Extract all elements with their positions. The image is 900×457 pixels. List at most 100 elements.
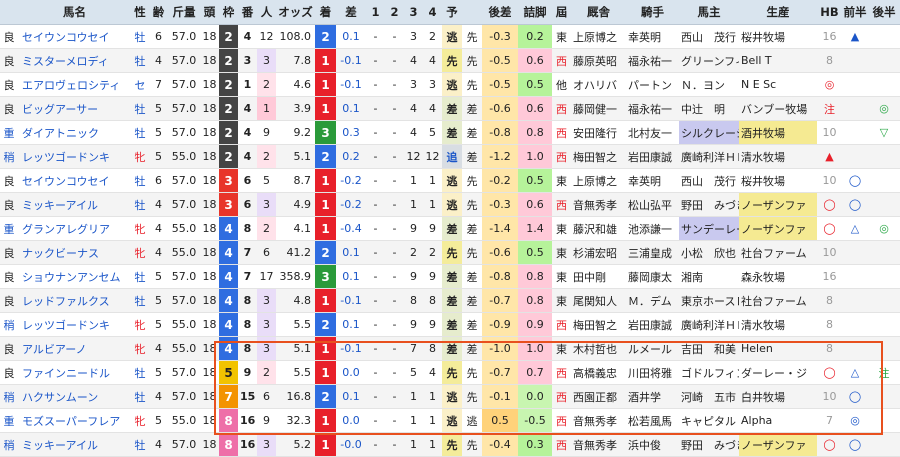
cell-name[interactable]: ファインニードル xyxy=(18,360,131,385)
zoku-col-header[interactable]: 屆 xyxy=(552,0,571,25)
cell-nin: 2 xyxy=(257,72,276,97)
cell-tsume: 0.9 xyxy=(518,312,552,337)
seisan-col-header[interactable]: 生産 xyxy=(739,0,817,25)
cell-kishu: パートン xyxy=(626,72,679,97)
corner2-col-header[interactable]: 2 xyxy=(385,0,404,25)
cell-odds: 358.9 xyxy=(276,264,315,289)
table-row[interactable]: 良セイウンコウセイ牡 6 57.0 18 2 4 12 108.0 2 0.1- -3 2 逃先 -0.3… xyxy=(0,24,900,49)
table-row[interactable]: 良ファインニードル牡 5 57.0 18 5 9 2 5.5 1 0.0- -5 4 先先 -0.7 0.7… xyxy=(0,360,900,385)
cell-tou: 18 xyxy=(200,24,219,49)
cell-name[interactable]: レッツゴードンキ xyxy=(18,312,131,337)
cell-c1: - xyxy=(366,216,385,241)
cell-ban: 6 xyxy=(238,192,257,217)
kosa-col-header[interactable]: 後差 xyxy=(482,0,518,25)
cell-c4: 9 xyxy=(423,312,442,337)
cell-name[interactable]: ダイアトニック xyxy=(18,120,131,145)
cell-name[interactable]: ナックビーナス xyxy=(18,240,131,265)
table-row[interactable]: 稍レッツゴードンキ牝 5 55.0 18 4 8 3 5.5 2 0.1- -9 9 差差 -0.9 0.9… xyxy=(0,312,900,337)
cell-age: 4 xyxy=(149,384,168,409)
cell-ban: 8 xyxy=(238,216,257,241)
cell-zen xyxy=(842,264,868,289)
ashi-col-header[interactable] xyxy=(462,0,482,25)
cell-age: 5 xyxy=(149,360,168,385)
tsume-col-header[interactable]: 詰脚 xyxy=(518,0,552,25)
cell-baba: 良 xyxy=(0,72,18,97)
cell-name[interactable]: ハクサンムーン xyxy=(18,384,131,409)
table-row[interactable]: 良ナックビーナス牝 4 55.0 18 4 7 6 41.2 2 0.1- -2 2 先先 -0.6 0.5… xyxy=(0,240,900,265)
corner1-col-header[interactable]: 1 xyxy=(366,0,385,25)
table-row[interactable]: 良レッドファルクス牡 5 57.0 18 4 8 3 4.8 1 -0.1- -8 8 差差 -0.7 0.… xyxy=(0,288,900,313)
cell-name[interactable]: セイウンコウセイ xyxy=(18,168,131,193)
age-col-header[interactable]: 齢 xyxy=(149,0,168,25)
cell-name[interactable]: ミッキーアイル xyxy=(18,192,131,217)
kinryo-col-header[interactable]: 斤量 xyxy=(168,0,200,25)
cell-baba: 稍 xyxy=(0,432,18,457)
cell-pos: 先 xyxy=(462,192,482,217)
baba-col-header[interactable] xyxy=(0,0,18,25)
table-row[interactable]: 良ショウナンアンセム牡 5 57.0 18 4 7 17 358.9 3 0.1- -9 9 差差 -0.… xyxy=(0,264,900,289)
cell-name[interactable]: ビッグアーサー xyxy=(18,96,131,121)
cell-kyu: 藤沢和雄 xyxy=(571,216,626,241)
horse-name-col-header[interactable]: 馬名 xyxy=(18,0,131,25)
cell-zen xyxy=(842,240,868,265)
table-row[interactable]: 良ミスターメロディ牡 4 57.0 18 2 3 3 7.8 1 -0.1- -4 4 先先 -0.5 0.… xyxy=(0,48,900,73)
chakujun-col-header[interactable]: 着 xyxy=(315,0,336,25)
cell-name[interactable]: ミスターメロディ xyxy=(18,48,131,73)
table-row[interactable]: 良ミッキーアイル牡 4 57.0 18 3 6 3 4.9 1 -0.2- -1 1 逃先 -0.3 0.6… xyxy=(0,192,900,217)
table-row[interactable]: 良セイウンコウセイ牡 6 57.0 18 3 6 5 8.7 1 -0.2- -1 1 逃先 -0.2 0.… xyxy=(0,168,900,193)
corner4-col-header[interactable]: 4 xyxy=(423,0,442,25)
tosu-col-header[interactable]: 頭 xyxy=(200,0,219,25)
cell-name[interactable]: エアロヴェロシティ xyxy=(18,72,131,97)
cell-sa: 0.1 xyxy=(336,312,366,337)
table-row[interactable]: 稍レッツゴードンキ牝 5 55.0 18 2 4 2 5.1 2 0.2- -12 12 追差 -1.2 1… xyxy=(0,144,900,169)
odds-col-header[interactable]: オッズ xyxy=(276,0,315,25)
sa-col-header[interactable]: 差 xyxy=(336,0,366,25)
cell-chaku: 1 xyxy=(315,72,336,97)
cell-yo: 差 xyxy=(442,336,462,361)
cell-age: 5 xyxy=(149,408,168,433)
cell-name[interactable]: アルビアーノ xyxy=(18,336,131,361)
cell-c3: 1 xyxy=(404,168,423,193)
cell-name[interactable]: グランアレグリア xyxy=(18,216,131,241)
cell-sex: 牡 xyxy=(131,192,149,217)
table-row[interactable]: 良ビッグアーサー牡 5 57.0 18 2 4 1 3.9 1 0.1- -4 4 差差 -0.6 0.6 西… xyxy=(0,96,900,121)
corner3-col-header[interactable]: 3 xyxy=(404,0,423,25)
sex-col-header[interactable]: 性 xyxy=(131,0,149,25)
cell-name[interactable]: ミッキーアイル xyxy=(18,432,131,457)
yoso-col-header[interactable]: 予 xyxy=(442,0,462,25)
kishu-col-header[interactable]: 騎手 xyxy=(626,0,679,25)
cell-name[interactable]: レッドファルクス xyxy=(18,288,131,313)
cell-sex: 牝 xyxy=(131,312,149,337)
cell-chaku: 1 xyxy=(315,216,336,241)
cell-kosa: -0.4 xyxy=(482,432,518,457)
ninki-col-header[interactable]: 人 xyxy=(257,0,276,25)
table-row[interactable]: 稍ハクサンムーン牡 4 57.0 18 7 15 6 16.8 2 0.1- -1 1 逃先 -0.1 0.… xyxy=(0,384,900,409)
cell-nin: 3 xyxy=(257,432,276,457)
cell-tsume: 0.0 xyxy=(518,384,552,409)
race-history-table: 馬名性齢斤量頭枠番人オッズ着差 1 2 3 4 予後差 詰脚屆厩舎 騎手 馬主 生産 HB 前半 後半 … xyxy=(0,0,900,457)
table-row[interactable]: 稍ミッキーアイル牡 4 57.0 18 8 16 3 5.2 1 -0.0- -1 1 先先 -0.4 0.… xyxy=(0,432,900,457)
cell-baba: 良 xyxy=(0,264,18,289)
cell-hb: ◯ xyxy=(817,216,842,241)
zenhan-col-header[interactable]: 前半 xyxy=(842,0,868,25)
table-row[interactable]: 重ダイアトニック牡 5 57.0 18 2 4 9 9.2 3 0.3- -4 5 差差 -0.8 0.8 西… xyxy=(0,120,900,145)
cell-name[interactable]: ショウナンアンセム xyxy=(18,264,131,289)
cell-name[interactable]: セイウンコウセイ xyxy=(18,24,131,49)
umaban-col-header[interactable]: 番 xyxy=(238,0,257,25)
table-row[interactable]: 重モズスーパーフレア牝 5 55.0 18 8 16 9 32.3 1 0.0- -1 1 逃逃 0.5-… xyxy=(0,408,900,433)
cell-kishu: 松山弘平 xyxy=(626,192,679,217)
cell-name[interactable]: モズスーパーフレア xyxy=(18,408,131,433)
hb-col-header[interactable]: HB xyxy=(817,0,842,25)
table-row[interactable]: 重グランアレグリア牝 4 55.0 18 4 8 2 4.1 1 -0.4- -9 9 差差 -1.4 1.… xyxy=(0,216,900,241)
table-row[interactable]: 良アルビアーノ牝 4 55.0 18 4 8 3 5.1 1 -0.1- -7 8 差差 -1.0 1.0 東… xyxy=(0,336,900,361)
kohan-col-header[interactable]: 後半 xyxy=(868,0,900,25)
cell-c4: 8 xyxy=(423,336,442,361)
kyusha-col-header[interactable]: 厩舎 xyxy=(571,0,626,25)
table-row[interactable]: 良エアロヴェロシティセ 7 57.0 18 2 1 2 4.6 1 -0.1- -3 3 逃先 -0.5 0… xyxy=(0,72,900,97)
cell-odds: 9.2 xyxy=(276,120,315,145)
waku-col-header[interactable]: 枠 xyxy=(219,0,238,25)
banushi-col-header[interactable]: 馬主 xyxy=(679,0,739,25)
cell-age: 7 xyxy=(149,72,168,97)
cell-baba: 重 xyxy=(0,120,18,145)
cell-name[interactable]: レッツゴードンキ xyxy=(18,144,131,169)
